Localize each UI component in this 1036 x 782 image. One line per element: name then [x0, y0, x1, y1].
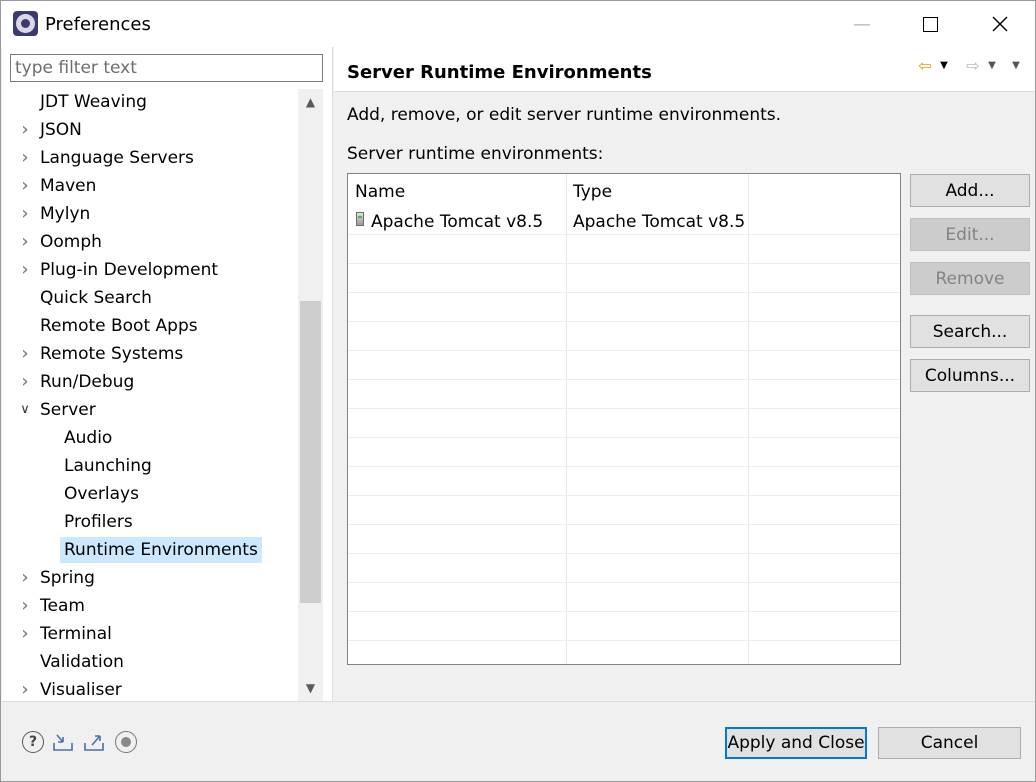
apply-and-close-button[interactable]: Apply and Close [725, 727, 867, 759]
add-button[interactable]: Add... [910, 174, 1030, 207]
column-divider [748, 174, 749, 664]
page-description: Add, remove, or edit server runtime envi… [347, 105, 782, 125]
tree-item-label: Launching [64, 456, 152, 476]
preference-page: Server Runtime Environments ⇦ ▼ ⇨ ▼ ▼ Ad… [334, 47, 1035, 701]
help-icon[interactable]: ? [22, 731, 44, 753]
column-divider [566, 174, 567, 664]
oomph-record-icon[interactable] [115, 731, 137, 753]
tree-item-label: Profilers [64, 512, 133, 532]
tree-item-label: Remote Systems [40, 344, 184, 364]
view-menu-icon[interactable]: ▼ [1009, 55, 1023, 75]
chevron-right-icon[interactable]: › [18, 257, 32, 283]
tree-item-label: JSON [40, 120, 82, 140]
edit-button[interactable]: Edit... [910, 218, 1030, 251]
chevron-right-icon[interactable]: › [18, 145, 32, 171]
grid-line [348, 408, 900, 409]
grid-line [348, 292, 900, 293]
tree-item-label: JDT Weaving [40, 92, 147, 112]
filter-input[interactable] [10, 54, 323, 82]
page-header: Server Runtime Environments ⇦ ▼ ⇨ ▼ ▼ [334, 47, 1035, 92]
forward-dropdown-icon[interactable]: ▼ [985, 55, 999, 75]
column-header-name[interactable]: Name [348, 174, 405, 208]
runtime-environments-table[interactable]: Name Type Apache Tomcat v8.5 Apache Tomc… [347, 173, 901, 665]
chevron-right-icon[interactable]: › [18, 621, 32, 647]
grid-line [348, 611, 900, 612]
grid-line [348, 321, 900, 322]
tree-item-label: Remote Boot Apps [40, 316, 198, 336]
tree-item-label: Quick Search [40, 288, 152, 308]
chevron-right-icon[interactable]: › [18, 565, 32, 591]
export-icon[interactable] [83, 731, 105, 753]
scroll-up-icon[interactable]: ▲ [298, 89, 323, 115]
preferences-dialog: Preferences — JDT Weaving › JSON › Language … [0, 0, 1036, 782]
import-icon[interactable] [52, 731, 74, 753]
back-arrow-icon[interactable]: ⇦ [914, 55, 936, 75]
grid-line [348, 640, 900, 641]
grid-line [348, 379, 900, 380]
runtime-list-label: Server runtime environments: [347, 144, 604, 164]
chevron-right-icon[interactable]: › [18, 229, 32, 255]
grid-line [348, 263, 900, 264]
grid-line [348, 466, 900, 467]
tree-scrollbar[interactable]: ▲ ▼ [298, 89, 323, 701]
tree-item-label: Language Servers [40, 148, 194, 168]
forward-arrow-icon[interactable]: ⇨ [962, 55, 984, 75]
tree-item-label: Runtime Environments [60, 537, 262, 563]
grid-line [348, 350, 900, 351]
tree-item-label: Oomph [40, 232, 102, 252]
grid-line [348, 437, 900, 438]
grid-line [348, 582, 900, 583]
row-type-cell[interactable]: Apache Tomcat v8.5 [573, 208, 745, 234]
chevron-right-icon[interactable]: › [18, 593, 32, 619]
close-icon [992, 16, 1008, 32]
tree-item-label: Visualiser [40, 680, 122, 700]
grid-line [348, 524, 900, 525]
tree-item-label: Run/Debug [40, 372, 135, 392]
chevron-right-icon[interactable]: › [18, 201, 32, 227]
preference-tree: JDT Weaving › JSON › Language Servers › Maven ›… [10, 89, 298, 701]
chevron-right-icon[interactable]: › [18, 369, 32, 395]
dialog-footer: ? Apply and Close Cancel [2, 701, 1035, 781]
scroll-thumb[interactable] [300, 301, 321, 603]
grid-line [348, 234, 900, 235]
row-name-cell[interactable]: Apache Tomcat v8.5 [371, 208, 543, 234]
tree-item-label: Plug-in Development [40, 260, 219, 280]
tree-item-label: Audio [64, 428, 113, 448]
chevron-right-icon[interactable]: › [18, 677, 32, 701]
columns-button[interactable]: Columns... [910, 359, 1030, 392]
chevron-right-icon[interactable]: › [18, 341, 32, 367]
column-header-type[interactable]: Type [566, 174, 612, 208]
maximize-icon [922, 16, 938, 32]
chevron-right-icon[interactable]: › [18, 117, 32, 143]
server-runtime-icon [356, 212, 364, 226]
tree-item-label: Server [40, 400, 96, 420]
tree-item-label: Spring [40, 568, 95, 588]
minimize-button[interactable]: — [827, 1, 897, 47]
eclipse-app-icon [13, 11, 38, 36]
window-title: Preferences [45, 14, 151, 35]
tree-item-label: Overlays [64, 484, 139, 504]
back-dropdown-icon[interactable]: ▼ [937, 55, 951, 75]
chevron-down-icon[interactable]: ∨ [18, 397, 32, 423]
grid-line [348, 553, 900, 554]
chevron-right-icon[interactable]: › [18, 173, 32, 199]
remove-button[interactable]: Remove [910, 262, 1030, 295]
grid-line [348, 495, 900, 496]
tree-item-label: Team [40, 596, 85, 616]
page-title: Server Runtime Environments [347, 62, 652, 83]
preference-tree-panel: JDT Weaving › JSON › Language Servers › Maven ›… [2, 47, 333, 701]
tree-item-label: Maven [40, 176, 97, 196]
title-bar: Preferences — [1, 1, 1035, 47]
maximize-button[interactable] [895, 1, 965, 47]
close-button[interactable] [965, 1, 1035, 47]
search-button[interactable]: Search... [910, 315, 1030, 348]
tree-item-label: Terminal [40, 624, 112, 644]
tree-item-label: Validation [40, 652, 124, 672]
cancel-button[interactable]: Cancel [878, 727, 1021, 759]
scroll-down-icon[interactable]: ▼ [298, 675, 323, 701]
tree-item-label: Mylyn [40, 204, 91, 224]
